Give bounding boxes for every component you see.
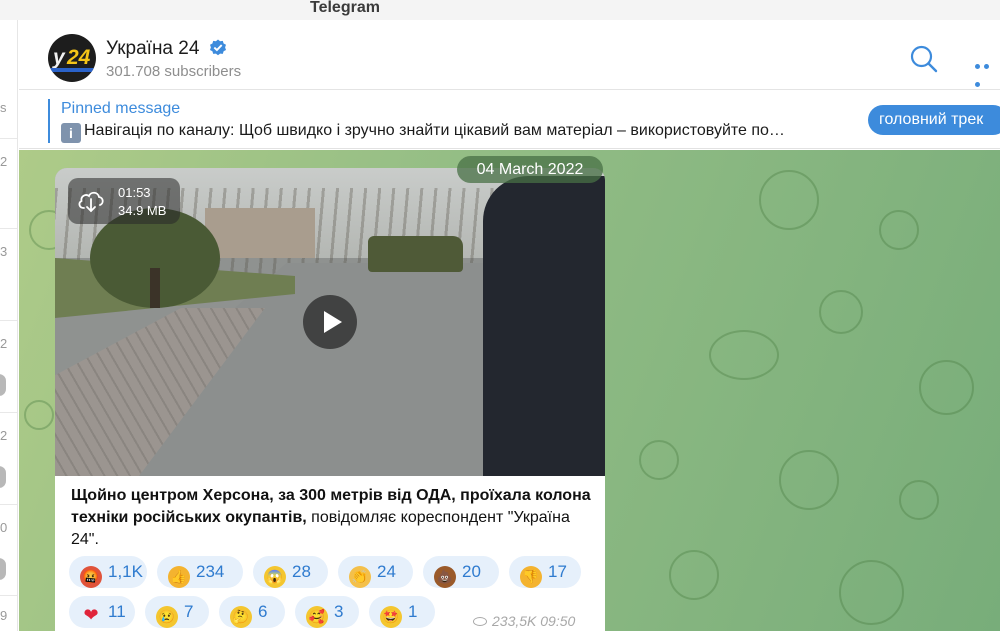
- clapping-hands-icon: 👏: [349, 566, 371, 588]
- chat-list-fragment: 9: [0, 608, 8, 623]
- message-time: 09:50: [540, 613, 576, 629]
- reaction-chip[interactable]: 💩 20: [423, 556, 499, 588]
- avatar-number: 24: [67, 46, 91, 69]
- crying-face-icon: 😢: [156, 606, 178, 628]
- reaction-count: 3: [334, 602, 344, 621]
- reaction-chip[interactable]: 😱 28: [253, 556, 328, 588]
- pinned-text: Навігація по каналу: Щоб швидко і зручно…: [84, 122, 785, 139]
- doodle-shape: [779, 450, 839, 510]
- reaction-count: 28: [292, 562, 311, 581]
- reaction-count: 24: [377, 562, 396, 581]
- pinned-title: Pinned message: [61, 100, 181, 117]
- reaction-count: 20: [462, 562, 481, 581]
- date-divider[interactable]: 04 March 2022: [457, 156, 603, 183]
- smiling-face-with-hearts-icon: 🥰: [306, 606, 328, 628]
- avatar-letter: у: [53, 46, 65, 69]
- search-icon[interactable]: [909, 44, 939, 74]
- video-person-silhouette: [483, 176, 605, 476]
- reaction-count: 7: [184, 602, 194, 621]
- star-struck-icon: 🤩: [380, 606, 402, 628]
- unread-badge: [0, 466, 6, 488]
- video-size: 34.9 MB: [118, 203, 167, 218]
- reaction-count: 1,1K: [108, 562, 143, 581]
- reaction-chip[interactable]: 🥰 3: [295, 596, 359, 628]
- divider: [0, 504, 17, 505]
- pinned-text-row: i Навігація по каналу: Щоб швидко і зручн…: [61, 122, 891, 143]
- pinned-message-bar[interactable]: Pinned message i Навігація по каналу: Щоб…: [19, 91, 1000, 149]
- reaction-chip[interactable]: 🤔 6: [219, 596, 285, 628]
- info-icon: i: [61, 123, 81, 143]
- doodle-shape: [919, 360, 974, 415]
- chat-list-fragment: 2: [0, 336, 8, 351]
- divider: [0, 412, 17, 413]
- reaction-count: 1: [408, 602, 418, 621]
- red-heart-icon: ❤: [83, 605, 99, 625]
- thinking-face-icon: 🤔: [230, 606, 252, 628]
- chat-list-strip[interactable]: s 2 3 2 2 0 9: [0, 20, 18, 631]
- doodle-shape: [759, 170, 819, 230]
- divider: [0, 595, 17, 596]
- doodle-shape: [899, 480, 939, 520]
- cloud-download-icon[interactable]: [77, 188, 105, 214]
- message-text: Щойно центром Херсона, за 300 метрів від…: [71, 485, 591, 551]
- avatar-stripe: [48, 68, 96, 72]
- reaction-count: 11: [108, 602, 126, 621]
- reaction-chip[interactable]: ❤ 11: [69, 596, 135, 628]
- channel-title[interactable]: Україна 24: [106, 38, 199, 60]
- pinned-indicator: [48, 99, 50, 143]
- doodle-shape: [839, 560, 904, 625]
- reaction-chip[interactable]: 🤩 1: [369, 596, 435, 628]
- reaction-chip[interactable]: 👎 17: [509, 556, 581, 588]
- window-title: Telegram: [310, 0, 380, 16]
- reaction-chip[interactable]: 😢 7: [145, 596, 209, 628]
- doodle-shape: [819, 290, 863, 334]
- channel-avatar[interactable]: у 24: [48, 34, 96, 82]
- video-military-vehicle: [368, 236, 463, 272]
- unread-badge: [0, 558, 6, 580]
- more-options-icon[interactable]: [975, 56, 999, 87]
- message-meta: 233,5K 09:50: [473, 613, 575, 629]
- doodle-shape: [639, 440, 679, 480]
- reaction-count: 17: [548, 562, 567, 581]
- chat-list-fragment: 0: [0, 520, 8, 535]
- reaction-chip[interactable]: 👏 24: [338, 556, 413, 588]
- unread-badge: [0, 374, 6, 396]
- play-icon[interactable]: [303, 295, 357, 349]
- reaction-chip[interactable]: 🤬 1,1K: [69, 556, 147, 588]
- message-bubble[interactable]: 01:53 34.9 MB Щойно центром Херсона, за …: [55, 168, 605, 631]
- chat-list-fragment: 2: [0, 428, 8, 443]
- screaming-face-icon: 😱: [264, 566, 286, 588]
- window-title-bar: Telegram: [0, 0, 1000, 20]
- view-count: 233,5K: [492, 613, 537, 629]
- poo-icon: 💩: [434, 566, 456, 588]
- chat-list-fragment: s: [0, 100, 7, 115]
- views-eye-icon: [473, 617, 487, 626]
- subscriber-count: 301.708 subscribers: [106, 63, 242, 80]
- reaction-count: 234: [196, 562, 225, 581]
- video-tree-trunk: [150, 268, 160, 308]
- verified-badge-icon: [210, 39, 226, 56]
- doodle-shape: [709, 330, 779, 380]
- reaction-count: 6: [258, 602, 268, 621]
- reaction-chip[interactable]: 👍 234: [157, 556, 243, 588]
- chat-list-fragment: 3: [0, 244, 8, 259]
- angry-face-icon: 🤬: [80, 566, 102, 588]
- divider: [0, 138, 17, 139]
- thumbs-down-icon: 👎: [520, 566, 542, 588]
- chat-list-fragment: 2: [0, 154, 8, 169]
- thumbs-up-icon: 👍: [168, 566, 190, 588]
- video-preview[interactable]: 01:53 34.9 MB: [55, 168, 605, 476]
- pinned-action-button[interactable]: головний трек: [868, 105, 1000, 135]
- doodle-shape: [669, 550, 719, 600]
- doodle-shape: [879, 210, 919, 250]
- video-duration: 01:53: [118, 185, 151, 200]
- divider: [0, 228, 17, 229]
- video-building: [205, 208, 315, 258]
- doodle-shape: [24, 400, 54, 430]
- channel-header: у 24 Україна 24 301.708 subscribers: [19, 20, 1000, 90]
- divider: [0, 320, 17, 321]
- video-download-badge[interactable]: 01:53 34.9 MB: [68, 178, 180, 224]
